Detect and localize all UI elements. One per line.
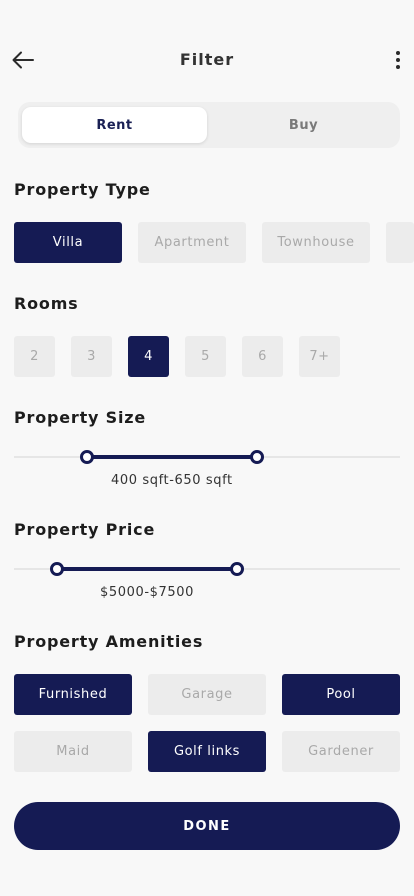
- property-price-title: Property Price: [14, 520, 156, 539]
- amenity-golf-links[interactable]: Golf links: [148, 731, 266, 772]
- property-type-apartment[interactable]: Apartment: [138, 222, 246, 263]
- amenity-pool[interactable]: Pool: [282, 674, 400, 715]
- rooms-option-5[interactable]: 5: [185, 336, 226, 377]
- more-vertical-icon: [396, 51, 400, 69]
- property-size-range-label: 400 sqft-650 sqft: [111, 473, 233, 488]
- slider-range-fill: [87, 455, 257, 459]
- segment-rent[interactable]: Rent: [22, 107, 207, 143]
- amenity-furnished[interactable]: Furnished: [14, 674, 132, 715]
- slider-range-fill: [57, 567, 237, 571]
- property-type-title: Property Type: [14, 180, 151, 199]
- property-type-more[interactable]: [386, 222, 414, 263]
- property-size-slider[interactable]: [14, 447, 400, 467]
- property-price-range-label: $5000-$7500: [100, 585, 195, 600]
- rooms-option-7plus[interactable]: 7+: [299, 336, 340, 377]
- size-max-handle[interactable]: [250, 450, 264, 464]
- property-type-townhouse[interactable]: Townhouse: [262, 222, 370, 263]
- rent-buy-toggle: Rent Buy: [18, 102, 400, 148]
- rooms-option-4[interactable]: 4: [128, 336, 169, 377]
- page-title: Filter: [179, 50, 235, 69]
- amenity-garage[interactable]: Garage: [148, 674, 266, 715]
- more-button[interactable]: [390, 48, 406, 72]
- header: Filter: [0, 40, 414, 80]
- amenity-gardener[interactable]: Gardener: [282, 731, 400, 772]
- rooms-option-3[interactable]: 3: [71, 336, 112, 377]
- rooms-option-2[interactable]: 2: [14, 336, 55, 377]
- price-min-handle[interactable]: [50, 562, 64, 576]
- amenity-maid[interactable]: Maid: [14, 731, 132, 772]
- done-button[interactable]: DONE: [14, 802, 400, 850]
- property-size-title: Property Size: [14, 408, 147, 427]
- rooms-option-6[interactable]: 6: [242, 336, 283, 377]
- price-max-handle[interactable]: [230, 562, 244, 576]
- rooms-title: Rooms: [14, 294, 79, 313]
- size-min-handle[interactable]: [80, 450, 94, 464]
- property-price-slider[interactable]: [14, 559, 400, 579]
- property-type-villa[interactable]: Villa: [14, 222, 122, 263]
- amenities-title: Property Amenities: [14, 632, 204, 651]
- segment-buy[interactable]: Buy: [211, 107, 396, 143]
